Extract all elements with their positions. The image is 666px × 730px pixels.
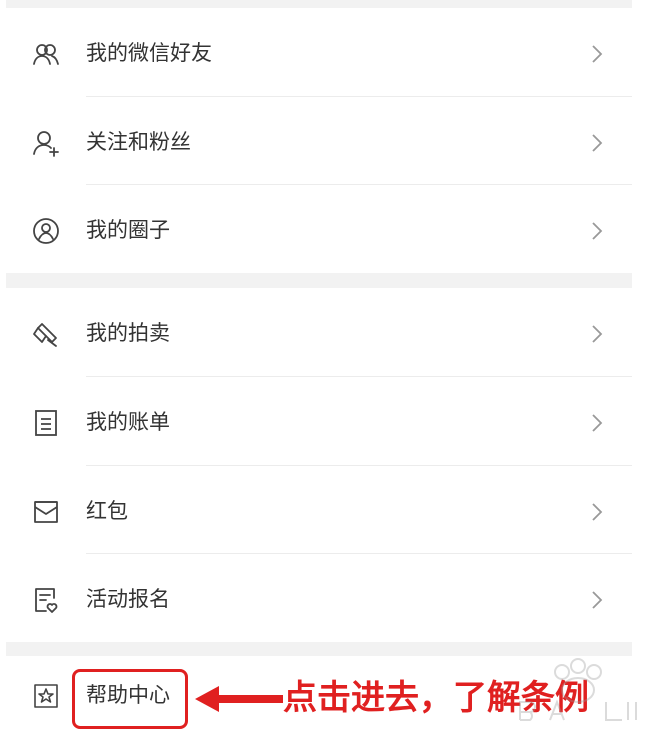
- menu-item-my-circle[interactable]: 我的圈子: [6, 185, 632, 273]
- chevron-right-icon: [591, 590, 603, 610]
- menu-item-my-bill[interactable]: 我的账单: [6, 377, 632, 465]
- watermark-logo: [510, 656, 650, 726]
- menu-item-event-signup[interactable]: 活动报名: [6, 554, 632, 642]
- chevron-right-icon: [591, 413, 603, 433]
- menu-item-label: 活动报名: [86, 587, 170, 611]
- annotation-arrow-icon: [193, 682, 285, 716]
- event-signup-icon: [32, 586, 60, 614]
- menu-item-label: 红包: [86, 499, 128, 523]
- chevron-right-icon: [591, 502, 603, 522]
- auction-gavel-icon: [32, 320, 60, 348]
- menu-item-my-auction[interactable]: 我的拍卖: [6, 288, 632, 376]
- menu-item-label: 我的账单: [86, 410, 170, 434]
- menu-item-red-packet[interactable]: 红包: [6, 466, 632, 554]
- star-box-icon: [32, 682, 60, 710]
- follow-icon: [32, 129, 60, 157]
- section-gap: [6, 642, 632, 656]
- chevron-right-icon: [591, 133, 603, 153]
- menu-item-follow-fans[interactable]: 关注和粉丝: [6, 97, 632, 185]
- friends-icon: [32, 40, 60, 68]
- red-packet-icon: [32, 498, 60, 526]
- section-gap: [6, 273, 632, 288]
- annotation-highlight-box: [72, 669, 188, 729]
- circle-icon: [32, 217, 60, 245]
- menu-item-wechat-friends[interactable]: 我的微信好友: [6, 8, 632, 96]
- bill-icon: [32, 409, 60, 437]
- chevron-right-icon: [591, 324, 603, 344]
- chevron-right-icon: [591, 44, 603, 64]
- section-gap: [6, 0, 632, 8]
- menu-item-label: 我的拍卖: [86, 321, 170, 345]
- menu-item-label: 关注和粉丝: [86, 130, 191, 154]
- menu-page: 我的微信好友 关注和粉丝 我的圈子 我的拍卖 我的账单 红包 活动报名 帮助中心…: [0, 0, 666, 730]
- menu-item-label: 我的微信好友: [86, 41, 212, 65]
- chevron-right-icon: [591, 221, 603, 241]
- menu-item-label: 我的圈子: [86, 218, 170, 242]
